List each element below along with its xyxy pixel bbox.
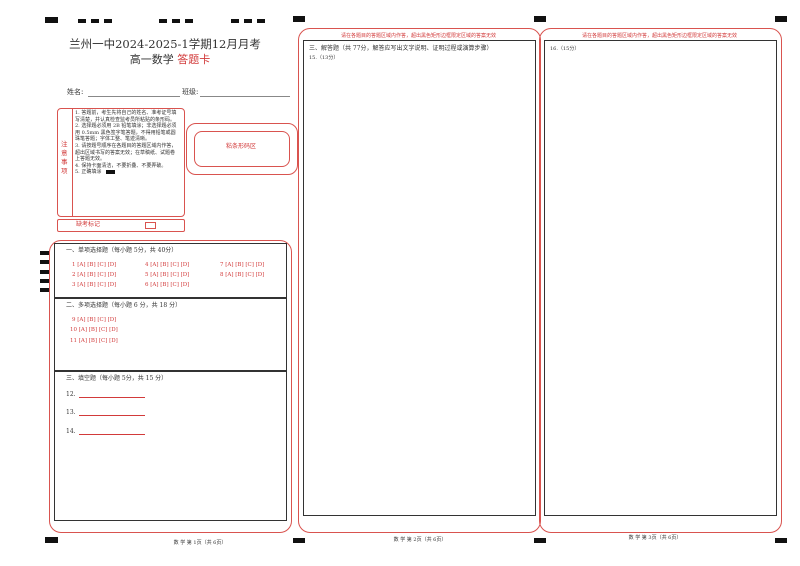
name-field[interactable] (88, 96, 180, 97)
registration-mark (185, 19, 193, 23)
registration-mark (172, 19, 180, 23)
question-16-label: 16.（15分） (550, 46, 580, 52)
filled-sample-mark (105, 169, 115, 174)
registration-mark (231, 19, 239, 23)
section2-title: 二、多项选择题（每小题 6 分，共 18 分） (66, 302, 182, 309)
note-item: 2. 选择题必须用 2B 铅笔填涂；非选择题必须用 0.5mm 黑色签字笔答题，… (75, 123, 177, 143)
blank-answer-line[interactable] (79, 434, 145, 435)
name-label: 姓名: (67, 88, 84, 96)
choice-row[interactable]: 7 [A] [B] [C] [D] (220, 262, 264, 268)
choice-row[interactable]: 4 [A] [B] [C] [D] (145, 262, 189, 268)
registration-mark (293, 538, 305, 543)
registration-mark (159, 19, 167, 23)
page3-warning: 请在各题目的答题区域内作答，超出黑色矩形边框限定区域的答案无效 (581, 33, 737, 39)
class-label: 班级: (182, 88, 199, 96)
question-15-label: 15.（13分） (309, 55, 339, 61)
registration-mark (257, 19, 265, 23)
choice-row[interactable]: 10 [A] [B] [C] [D] (70, 327, 118, 333)
page3-answer-box (544, 40, 777, 516)
registration-mark (293, 16, 305, 22)
note-item: 3. 请按题号顺序在各题目的答题区域内作答，超出区域书写的答案无效；在草稿纸、试… (75, 142, 177, 163)
blank-answer-line[interactable] (79, 415, 145, 416)
page2-section-title: 三、解答题（共 77分，解答应写出文字说明、证明过程或演算步骤） (309, 45, 493, 52)
blank-number: 14. (66, 428, 76, 435)
choice-row[interactable]: 6 [A] [B] [C] [D] (145, 282, 189, 288)
blank-number: 12. (66, 391, 76, 398)
blank-number: 13. (66, 409, 76, 416)
choice-row[interactable]: 1 [A] [B] [C] [D] (72, 262, 116, 268)
registration-mark (104, 19, 112, 23)
choice-row[interactable]: 5 [A] [B] [C] [D] (145, 272, 189, 278)
registration-mark (244, 19, 252, 23)
notes-divider (72, 108, 73, 216)
note-item: 5. 正确填涂 (75, 169, 179, 176)
page3-footer: 数 学 第 3页（共 6页） (628, 535, 682, 541)
absent-label: 缺考标记 (76, 221, 101, 228)
registration-mark (775, 538, 787, 543)
blank-answer-line[interactable] (79, 397, 145, 398)
notes-list: 1. 答题前，考生先将自己的姓名、准考证号填写清楚，并认真检查监考员所粘贴的条形… (75, 110, 179, 176)
page2-answer-box (303, 40, 536, 516)
section3-box (54, 370, 287, 521)
section1-title: 一、单项选择题（每小题 5分，共 40分） (66, 247, 178, 254)
page2-warning: 请在各题目的答题区域内作答，超出黑色矩形边框限定区域的答案无效 (340, 33, 496, 39)
registration-mark (534, 16, 546, 22)
subject-label: 高一数学 (129, 53, 174, 66)
note-item: 1. 答题前，考生先将自己的姓名、准考证号填写清楚，并认真检查监考员所粘贴的条形… (75, 110, 177, 123)
registration-mark (534, 538, 546, 543)
answer-card-label: 答题卡 (177, 53, 211, 66)
choice-row[interactable]: 2 [A] [B] [C] [D] (72, 272, 116, 278)
registration-mark (91, 19, 99, 23)
registration-mark (775, 16, 787, 22)
absent-checkbox[interactable] (145, 222, 156, 229)
choice-row[interactable]: 8 [A] [B] [C] [D] (220, 272, 264, 278)
notes-side-label: 注意事项 (61, 140, 68, 175)
choice-row[interactable]: 11 [A] [B] [C] [D] (70, 338, 118, 344)
section3-title: 三、填空题（每小题 5分，共 15 分） (66, 375, 168, 382)
choice-row[interactable]: 3 [A] [B] [C] [D] (72, 282, 116, 288)
exam-title: 兰州一中2024-2025-1学期12月月考 (69, 37, 261, 51)
page2-footer: 数 学 第 2页（共 6页） (393, 537, 447, 543)
registration-mark (45, 537, 58, 543)
registration-mark (45, 17, 58, 23)
registration-mark (78, 19, 86, 23)
choice-row[interactable]: 9 [A] [B] [C] [D] (72, 317, 116, 323)
class-field[interactable] (200, 96, 290, 97)
note-item-label: 5. 正确填涂 (75, 169, 102, 176)
page1-footer: 数 学 第 1页（共 6页） (173, 540, 227, 546)
barcode-label: 粘条形码区 (225, 143, 256, 150)
subject-line: 高一数学 答题卡 (105, 51, 235, 67)
